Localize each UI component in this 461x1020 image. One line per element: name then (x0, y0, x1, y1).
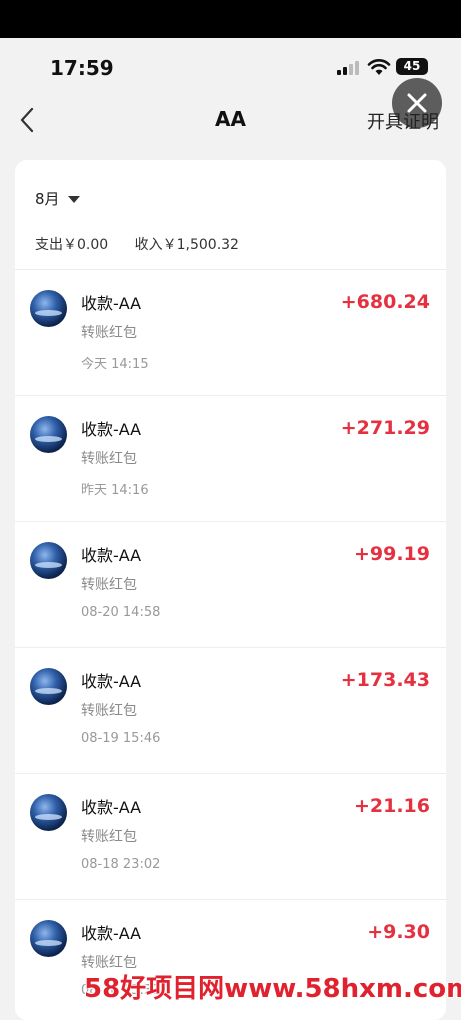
transaction-time: 08-19 15:46 (81, 731, 161, 746)
avatar (30, 290, 67, 327)
transaction-amount: +173.43 (340, 669, 430, 691)
transaction-type: 转账红包 (81, 451, 137, 467)
transaction-amount: +271.29 (340, 417, 430, 439)
avatar (30, 794, 67, 831)
caret-down-icon (67, 196, 80, 203)
transaction-title: 收款-AA (81, 546, 142, 565)
top-black-bar (0, 0, 461, 38)
avatar (30, 416, 67, 453)
transaction-type: 转账红包 (81, 829, 137, 845)
transaction-list: 收款-AA 转账红包 今天 14:15 +680.24 收款-AA 转账红包 昨… (15, 270, 446, 1020)
month-summary: 支出￥0.00 收入￥1,500.32 (35, 234, 261, 254)
transaction-time: 08-18 23:02 (81, 857, 161, 872)
transaction-amount: +21.16 (353, 795, 430, 817)
transaction-row[interactable]: 收款-AA 转账红包 今天 14:15 +680.24 (15, 270, 446, 396)
watermark: 58好项目网www.58hxm.com (84, 974, 461, 1004)
cellular-signal-icon (337, 61, 361, 75)
transaction-type: 转账红包 (81, 325, 137, 341)
avatar (30, 920, 67, 957)
transaction-type: 转账红包 (81, 577, 137, 593)
transaction-time: 昨天 14:16 (81, 483, 149, 498)
navigation-bar: AA 开具证明 (0, 96, 461, 144)
transaction-title: 收款-AA (81, 294, 142, 313)
transaction-amount: +99.19 (353, 543, 430, 565)
transaction-amount: +9.30 (367, 921, 430, 943)
status-time: 17:59 (50, 56, 114, 80)
battery-icon: 45 (396, 58, 428, 75)
income-total: 收入￥1,500.32 (134, 237, 239, 253)
transaction-row[interactable]: 收款-AA 转账红包 08-20 14:58 +99.19 (15, 522, 446, 648)
avatar (30, 542, 67, 579)
wifi-icon (367, 59, 391, 75)
transaction-title: 收款-AA (81, 924, 142, 943)
transaction-card: 8月 支出￥0.00 收入￥1,500.32 收款-AA 转账红包 今天 14:… (15, 160, 446, 1020)
transaction-time: 08-20 14:58 (81, 605, 161, 620)
transaction-amount: +680.24 (340, 291, 430, 313)
transaction-row[interactable]: 收款-AA 转账红包 08-19 15:46 +173.43 (15, 648, 446, 774)
transaction-title: 收款-AA (81, 672, 142, 691)
transaction-row[interactable]: 收款-AA 转账红包 08-18 23:02 +21.16 (15, 774, 446, 900)
transaction-title: 收款-AA (81, 420, 142, 439)
transaction-title: 收款-AA (81, 798, 142, 817)
transaction-time: 今天 14:15 (81, 357, 149, 372)
transaction-row[interactable]: 收款-AA 转账红包 昨天 14:16 +271.29 (15, 396, 446, 522)
month-label: 8月 (35, 190, 60, 208)
month-selector[interactable]: 8月 (35, 188, 80, 209)
transaction-type: 转账红包 (81, 703, 137, 719)
issue-certificate-button[interactable]: 开具证明 (367, 108, 439, 134)
avatar (30, 668, 67, 705)
expense-total: 支出￥0.00 (35, 237, 109, 253)
